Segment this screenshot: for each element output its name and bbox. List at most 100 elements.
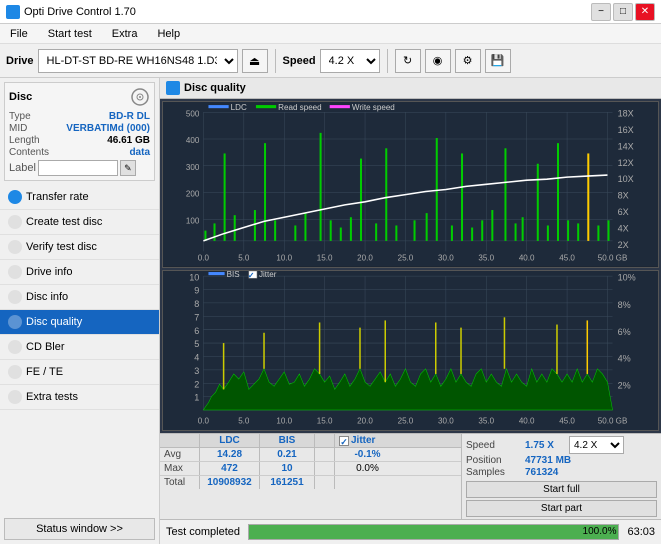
nav-item-cd-bler[interactable]: CD Bler (0, 335, 159, 360)
menu-start-test[interactable]: Start test (42, 27, 98, 41)
nav-item-create-test-disc[interactable]: Create test disc (0, 210, 159, 235)
nav-list: Transfer rate Create test disc Verify te… (0, 185, 159, 410)
nav-item-extra-tests[interactable]: Extra tests (0, 385, 159, 410)
position-value: 47731 MB (525, 455, 571, 466)
menu-help[interactable]: Help (151, 27, 186, 41)
svg-text:6: 6 (194, 325, 199, 335)
start-full-button[interactable]: Start full (466, 481, 657, 498)
svg-text:40.0: 40.0 (519, 253, 535, 262)
svg-text:18X: 18X (618, 108, 634, 118)
svg-text:20.0: 20.0 (357, 253, 373, 262)
disc-type-value: BD-R DL (109, 111, 150, 122)
nav-item-disc-info[interactable]: Disc info (0, 285, 159, 310)
disc-icon (130, 87, 150, 107)
nav-item-verify-test-disc[interactable]: Verify test disc (0, 235, 159, 260)
avg-bis: 0.21 (260, 448, 315, 461)
svg-text:35.0: 35.0 (478, 416, 494, 425)
right-info: Speed 1.75 X 4.2 X Position 47731 MB Sam… (461, 434, 661, 519)
minimize-button[interactable]: − (591, 3, 611, 21)
speed-select[interactable]: 4.2 X (320, 49, 380, 73)
svg-text:Jitter: Jitter (259, 271, 277, 279)
svg-text:15.0: 15.0 (317, 253, 333, 262)
toolbar-btn-3[interactable]: ⚙ (455, 49, 481, 73)
disc-label-input[interactable] (38, 160, 118, 176)
stats-header-jitter: ✓ Jitter (335, 434, 400, 447)
disc-label-label: Label (9, 162, 36, 174)
max-jitter: 0.0% (335, 462, 400, 475)
stats-header-ldc: LDC (200, 434, 260, 447)
menu-file[interactable]: File (4, 27, 34, 41)
disc-quality-icon (8, 315, 22, 329)
svg-text:40.0: 40.0 (519, 416, 535, 425)
toolbar-btn-2[interactable]: ◉ (425, 49, 451, 73)
fe-te-icon (8, 365, 22, 379)
menu-bar: File Start test Extra Help (0, 24, 661, 44)
svg-text:20.0: 20.0 (357, 416, 373, 425)
svg-text:3: 3 (194, 366, 199, 376)
app-icon (6, 5, 20, 19)
nav-item-transfer-rate[interactable]: Transfer rate (0, 185, 159, 210)
app-title: Opti Drive Control 1.70 (24, 6, 136, 18)
stats-header-bis: BIS (260, 434, 315, 447)
verify-test-disc-icon (8, 240, 22, 254)
status-bar: Test completed 100.0% 63:03 (160, 519, 661, 544)
svg-text:6X: 6X (618, 207, 629, 217)
progress-label: 100.0% (583, 526, 617, 537)
svg-text:15.0: 15.0 (317, 416, 333, 425)
svg-text:45.0: 45.0 (559, 253, 575, 262)
total-bis: 161251 (260, 476, 315, 489)
status-window-button[interactable]: Status window >> (4, 518, 155, 540)
status-time: 63:03 (627, 526, 655, 538)
svg-text:✓: ✓ (248, 271, 255, 280)
extra-tests-icon (8, 390, 22, 404)
chart1-svg: 500 400 300 200 100 18X 16X 14X 12X 10X … (163, 102, 658, 267)
start-part-button[interactable]: Start part (466, 500, 657, 517)
eject-button[interactable]: ⏏ (242, 49, 268, 73)
content-area: Disc quality (160, 78, 661, 544)
svg-text:10X: 10X (618, 174, 634, 184)
svg-text:10: 10 (189, 272, 199, 282)
svg-text:300: 300 (186, 163, 200, 172)
svg-text:0.0: 0.0 (198, 416, 210, 425)
avg-jitter: -0.1% (335, 448, 400, 461)
menu-extra[interactable]: Extra (106, 27, 144, 41)
disc-label-icon-btn[interactable]: ✎ (120, 160, 136, 176)
disc-contents-label: Contents (9, 147, 49, 158)
close-button[interactable]: ✕ (635, 3, 655, 21)
content-header-icon (166, 81, 180, 95)
status-text: Test completed (166, 526, 240, 538)
nav-item-disc-quality[interactable]: Disc quality (0, 310, 159, 335)
content-title: Disc quality (184, 82, 246, 94)
toolbar-btn-4[interactable]: 💾 (485, 49, 511, 73)
bottom-section: LDC BIS ✓ Jitter Avg 14.28 0.21 (160, 433, 661, 519)
svg-text:0.0: 0.0 (198, 253, 210, 262)
svg-text:16X: 16X (618, 125, 634, 135)
speed-value: 1.75 X (525, 440, 565, 451)
drive-select[interactable]: HL-DT-ST BD-RE WH16NS48 1.D3 (38, 49, 238, 73)
disc-type-label: Type (9, 111, 31, 122)
svg-text:Read speed: Read speed (278, 103, 322, 112)
disc-info-icon (8, 290, 22, 304)
svg-text:500: 500 (186, 109, 200, 118)
stats-table: LDC BIS ✓ Jitter Avg 14.28 0.21 (160, 434, 461, 519)
speed-select2[interactable]: 4.2 X (569, 436, 624, 454)
speed-label: Speed (283, 55, 316, 67)
toolbar-btn-1[interactable]: ↻ (395, 49, 421, 73)
disc-section-title: Disc (9, 91, 32, 103)
svg-text:30.0: 30.0 (438, 416, 454, 425)
svg-text:2X: 2X (618, 240, 629, 250)
svg-text:45.0: 45.0 (559, 416, 575, 425)
maximize-button[interactable]: □ (613, 3, 633, 21)
toolbar: Drive HL-DT-ST BD-RE WH16NS48 1.D3 ⏏ Spe… (0, 44, 661, 78)
svg-text:Write speed: Write speed (352, 103, 395, 112)
svg-text:4X: 4X (618, 224, 629, 234)
svg-text:50.0 GB: 50.0 GB (598, 253, 628, 262)
nav-item-drive-info[interactable]: Drive info (0, 260, 159, 285)
drive-info-icon (8, 265, 22, 279)
svg-text:400: 400 (186, 136, 200, 145)
content-header: Disc quality (160, 78, 661, 99)
charts-container: 500 400 300 200 100 18X 16X 14X 12X 10X … (160, 99, 661, 433)
nav-item-fe-te[interactable]: FE / TE (0, 360, 159, 385)
drive-label: Drive (6, 55, 34, 67)
transfer-rate-icon (8, 190, 22, 204)
